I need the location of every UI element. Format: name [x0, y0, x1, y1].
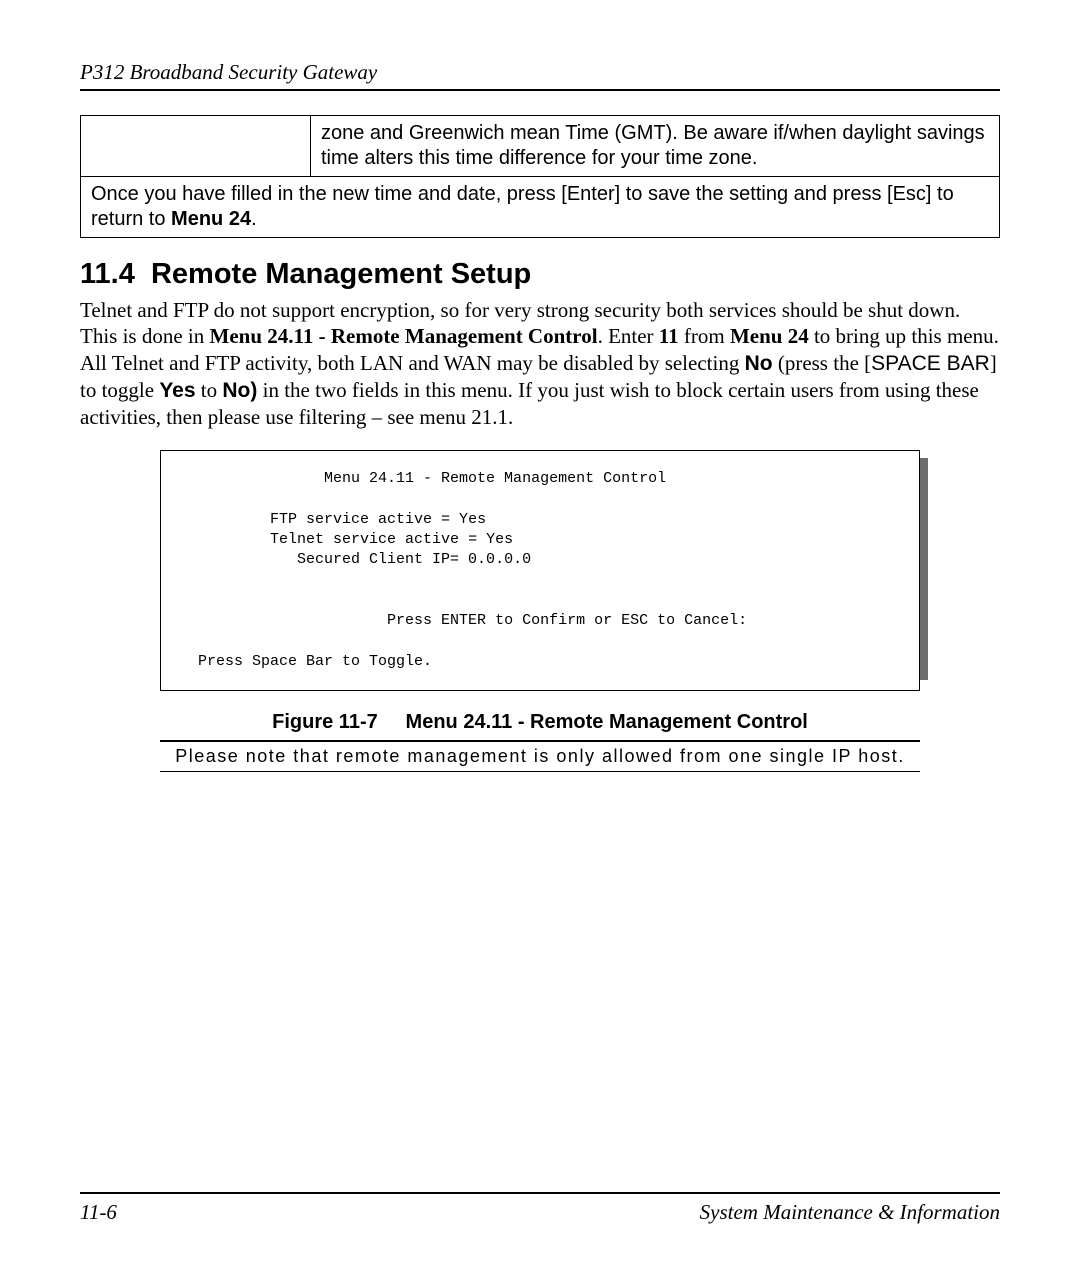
terminal-box: Menu 24.11 - Remote Management Control F…	[160, 450, 920, 691]
para-bold-sans: No)	[222, 379, 257, 402]
table-row: zone and Greenwich mean Time (GMT). Be a…	[81, 116, 1000, 177]
para-sans: SPACE BAR	[871, 352, 990, 375]
terminal-footer: Press Space Bar to Toggle.	[198, 653, 432, 670]
figure-caption-text: Menu 24.11 - Remote Management Control	[406, 711, 808, 733]
footer-text-suffix: .	[251, 208, 257, 230]
footer-section-title: System Maintenance & Information	[700, 1200, 1000, 1225]
para-run: from	[679, 324, 730, 348]
para-bold: Menu 24.11 - Remote Management Control	[210, 324, 598, 348]
para-bold-sans: Yes	[159, 379, 195, 402]
table-cell-empty	[81, 116, 311, 177]
para-run: to	[196, 378, 223, 402]
terminal-prompt: Press ENTER to Confirm or ESC to Cancel:	[387, 612, 747, 629]
terminal-line: Secured Client IP= 0.0.0.0	[297, 551, 531, 568]
table-cell-footer: Once you have filled in the new time and…	[81, 177, 1000, 238]
page-header: P312 Broadband Security Gateway	[80, 60, 1000, 91]
terminal-line: FTP service active = Yes	[270, 511, 486, 528]
terminal-title: Menu 24.11 - Remote Management Control	[324, 470, 666, 487]
note-block: Please note that remote management is on…	[160, 740, 920, 772]
para-run: . Enter	[598, 324, 659, 348]
para-run: (press the [	[773, 351, 872, 375]
footer-text-bold: Menu 24	[171, 208, 251, 230]
terminal-line: Telnet service active = Yes	[270, 531, 513, 548]
table-cell-text: zone and Greenwich mean Time (GMT). Be a…	[311, 116, 1000, 177]
note-rule-bottom	[160, 771, 920, 772]
para-bold: Menu 24	[730, 324, 809, 348]
terminal-content: Menu 24.11 - Remote Management Control F…	[171, 469, 909, 672]
section-heading: 11.4 Remote Management Setup	[80, 258, 1000, 291]
figure-label: Figure 11-7	[272, 711, 378, 733]
note-text: Please note that remote management is on…	[160, 742, 920, 771]
document-page: P312 Broadband Security Gateway zone and…	[0, 0, 1080, 1281]
figure-terminal-wrap: Menu 24.11 - Remote Management Control F…	[160, 450, 920, 691]
table-row: Once you have filled in the new time and…	[81, 177, 1000, 238]
section-title: Remote Management Setup	[151, 258, 531, 290]
body-paragraph: Telnet and FTP do not support encryption…	[80, 297, 1000, 430]
section-number: 11.4	[80, 258, 135, 290]
figure-caption: Figure 11-7 Menu 24.11 - Remote Manageme…	[80, 711, 1000, 734]
callout-table: zone and Greenwich mean Time (GMT). Be a…	[80, 115, 1000, 238]
page-footer: 11-6 System Maintenance & Information	[80, 1192, 1000, 1225]
para-bold-sans: No	[745, 352, 773, 375]
footer-page-number: 11-6	[80, 1200, 117, 1225]
para-bold: 11	[659, 324, 679, 348]
header-title: P312 Broadband Security Gateway	[80, 60, 377, 84]
